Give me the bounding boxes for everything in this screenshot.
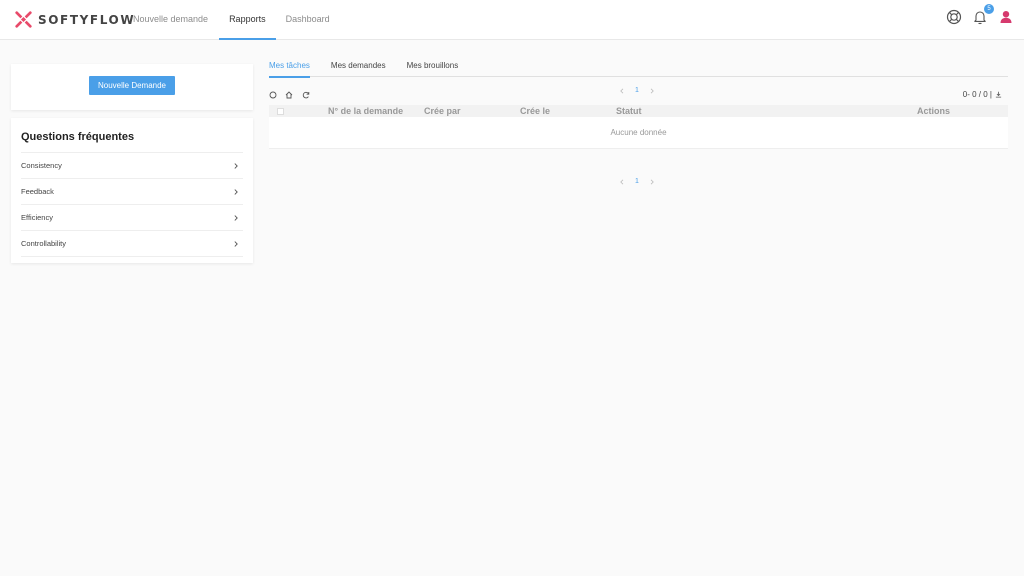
chevron-left-icon[interactable] <box>619 88 625 94</box>
page-number[interactable]: 1 <box>635 87 639 94</box>
faq-item-efficiency[interactable]: Efficiency <box>21 205 243 231</box>
chevron-right-icon <box>234 188 238 195</box>
home-icon[interactable] <box>285 91 293 99</box>
faq-item-label: Efficiency <box>21 213 53 222</box>
faq-title: Questions fréquentes <box>21 131 135 143</box>
nav-dashboard[interactable]: Dashboard <box>276 0 340 40</box>
nav-rapports[interactable]: Rapports <box>219 0 276 40</box>
nav-nouvelle-demande[interactable]: Nouvelle demande <box>123 0 218 40</box>
faq-item-consistency[interactable]: Consistency <box>21 153 243 179</box>
new-request-button[interactable]: Nouvelle Demande <box>89 76 175 95</box>
main-nav: Nouvelle demande Rapports Dashboard <box>123 0 340 40</box>
column-header-numero[interactable]: N° de la demande <box>328 105 403 117</box>
user-icon <box>1000 11 1012 23</box>
main-tabs: Mes tâches Mes demandes Mes brouillons <box>269 57 1008 78</box>
tab-mes-demandes[interactable]: Mes demandes <box>331 57 386 77</box>
faq-item-label: Consistency <box>21 161 62 170</box>
chevron-right-icon <box>234 162 238 169</box>
tasks-table: N° de la demande Crée par Crée le Statut… <box>269 105 1008 149</box>
logo-icon <box>15 11 32 28</box>
search-icon[interactable] <box>269 91 277 99</box>
new-request-card: Nouvelle Demande <box>11 64 253 110</box>
page-number[interactable]: 1 <box>635 178 639 185</box>
tab-mes-taches[interactable]: Mes tâches <box>269 57 310 78</box>
column-header-statut[interactable]: Statut <box>616 105 642 117</box>
tab-mes-brouillons[interactable]: Mes brouillons <box>407 57 459 77</box>
user-menu-button[interactable] <box>998 9 1014 25</box>
record-count-text: 0- 0 / 0 | <box>962 90 992 99</box>
pagination-top: 1 <box>619 87 655 94</box>
chevron-right-icon[interactable] <box>649 88 655 94</box>
faq-item-feedback[interactable]: Feedback <box>21 179 243 205</box>
download-icon[interactable] <box>995 91 1002 98</box>
top-header: SOFTYFLOW Nouvelle demande Rapports Dash… <box>0 0 1024 40</box>
empty-state-text: Aucune donnée <box>610 128 667 137</box>
chevron-left-icon[interactable] <box>619 179 625 185</box>
faq-card: Questions fréquentes Consistency Feedbac… <box>11 118 253 263</box>
table-header: N° de la demande Crée par Crée le Statut… <box>269 105 1008 117</box>
refresh-icon[interactable] <box>302 91 310 99</box>
chevron-right-icon[interactable] <box>649 179 655 185</box>
faq-item-label: Feedback <box>21 187 54 196</box>
faq-item-label: Controllability <box>21 239 67 248</box>
notification-badge: 5 <box>984 4 994 14</box>
column-header-actions: Actions <box>917 106 951 116</box>
faq-item-controllability[interactable]: Controllability <box>21 231 243 257</box>
column-header-cree-par[interactable]: Crée par <box>424 105 461 117</box>
header-actions: 5 <box>936 4 1014 25</box>
logo[interactable]: SOFTYFLOW <box>15 11 135 28</box>
chevron-right-icon <box>234 214 238 221</box>
chevron-right-icon <box>234 240 238 247</box>
pagination-bottom: 1 <box>619 178 655 185</box>
faq-list: Consistency Feedback Efficiency Controll… <box>21 152 243 257</box>
support-button[interactable] <box>946 9 962 25</box>
notifications-button[interactable]: 5 <box>972 4 994 25</box>
column-header-cree-le[interactable]: Crée le <box>520 105 550 117</box>
brand-name: SOFTYFLOW <box>38 12 136 27</box>
table-toolbar: 1 0- 0 / 0 | <box>269 87 1008 102</box>
lifebuoy-icon <box>946 9 962 25</box>
record-count: 0- 0 / 0 | <box>963 90 1002 99</box>
select-all-checkbox[interactable] <box>277 108 284 115</box>
